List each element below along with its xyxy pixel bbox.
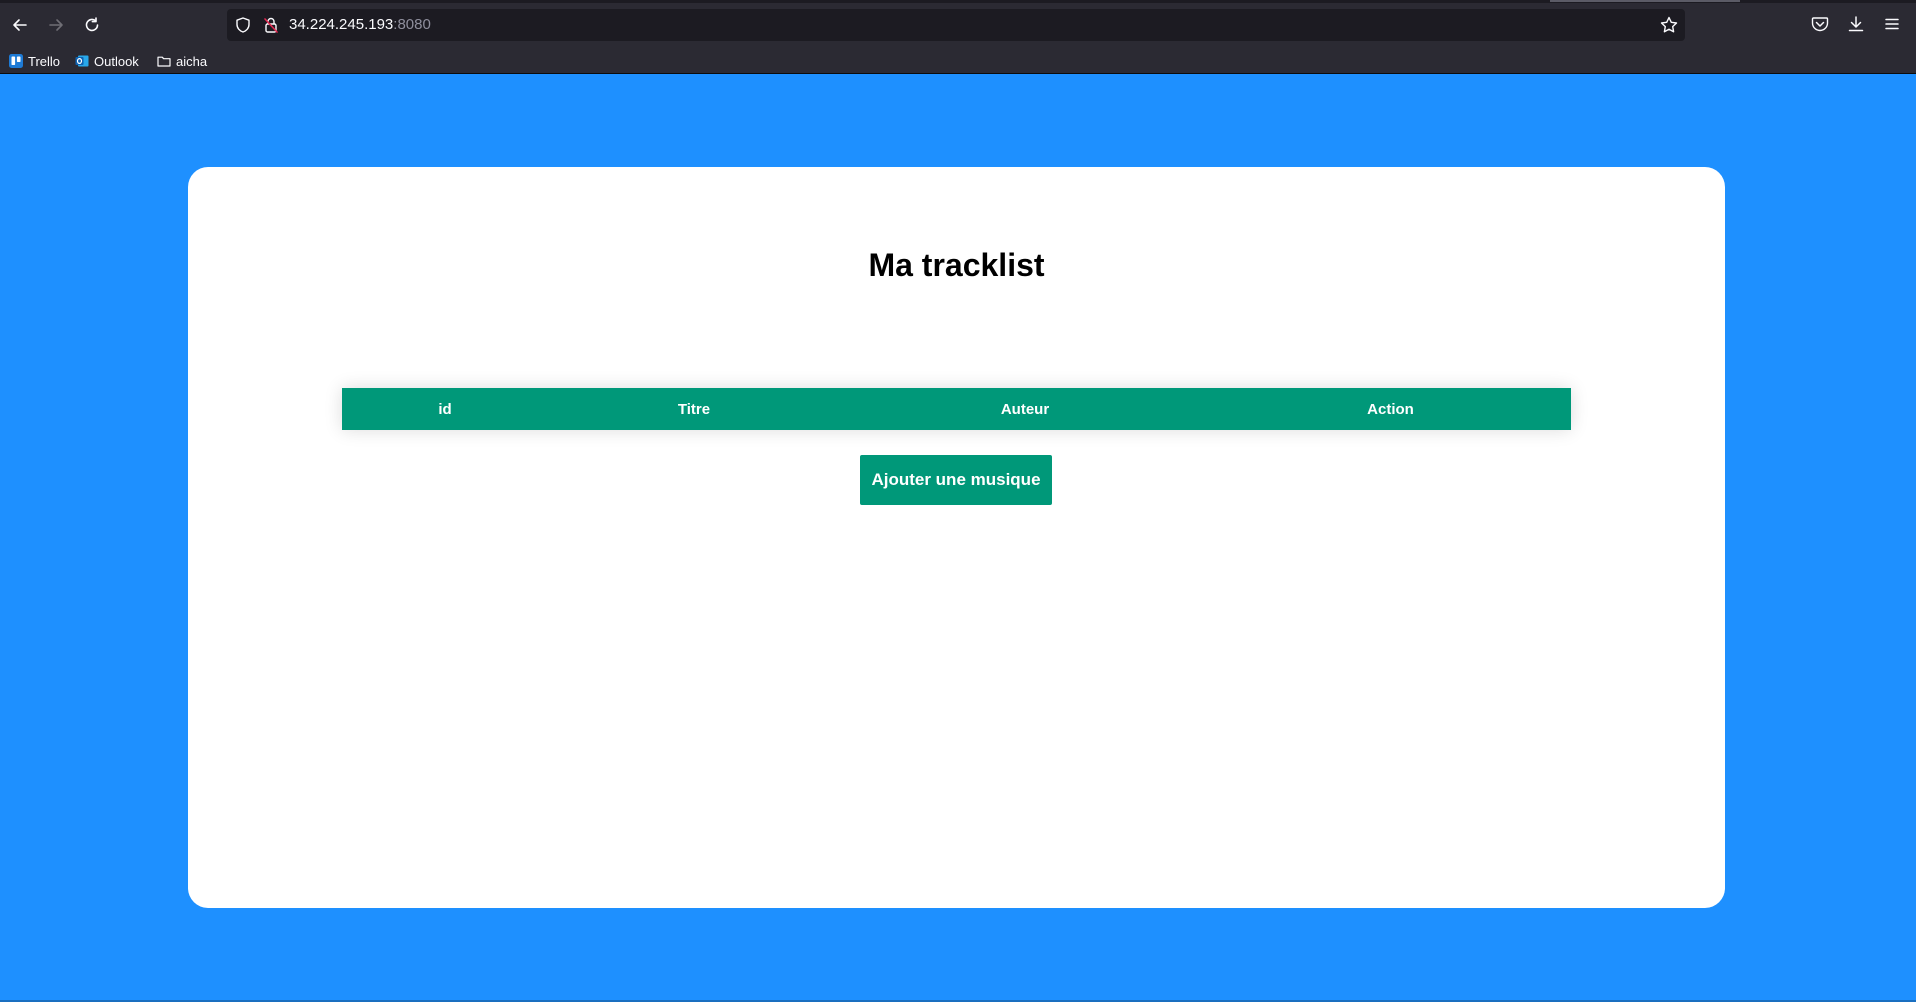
forward-button[interactable] <box>43 12 69 38</box>
column-header-action: Action <box>1210 388 1571 430</box>
bookmark-folder-aicha[interactable]: aicha <box>157 52 207 70</box>
add-music-button[interactable]: Ajouter une musique <box>860 455 1052 505</box>
bookmark-label: Outlook <box>94 53 139 69</box>
download-icon[interactable] <box>1846 14 1866 34</box>
table-header: id Titre Auteur Action <box>342 388 1571 430</box>
browser-toolbar: 34.224.245.193:8080 <box>0 0 1916 49</box>
bookmark-outlook[interactable]: Outlook <box>75 52 139 70</box>
content-card: Ma tracklist id Titre Auteur Action Ajou… <box>188 167 1725 908</box>
insecure-lock-icon[interactable] <box>262 16 280 34</box>
url-port: :8080 <box>393 16 431 33</box>
arrow-right-icon <box>49 19 63 31</box>
bookmark-label: aicha <box>176 53 208 69</box>
arrow-left-icon <box>13 19 27 31</box>
address-bar[interactable]: 34.224.245.193:8080 <box>227 9 1685 41</box>
bookmarks-toolbar: Trello Outlook aicha <box>0 49 1916 74</box>
back-button[interactable] <box>7 12 33 38</box>
url-host: 34.224.245.193 <box>289 16 394 33</box>
folder-icon <box>157 56 171 67</box>
tracklist-table-container: id Titre Auteur Action <box>342 388 1571 430</box>
menu-icon[interactable] <box>1882 14 1902 34</box>
pocket-icon[interactable] <box>1810 14 1830 34</box>
reload-button[interactable] <box>79 12 105 38</box>
tracklist-table: id Titre Auteur Action <box>342 388 1571 430</box>
active-tab-indicator <box>1550 0 1740 2</box>
column-header-id: id <box>342 388 548 430</box>
outlook-icon <box>75 55 89 67</box>
bookmark-label: Trello <box>28 53 61 69</box>
reload-icon <box>85 17 99 32</box>
bookmark-trello[interactable]: Trello <box>9 52 60 70</box>
shield-icon[interactable] <box>234 16 252 34</box>
column-header-titre: Titre <box>548 388 840 430</box>
bookmark-star-icon[interactable] <box>1659 15 1679 35</box>
table-header-row: id Titre Auteur Action <box>342 388 1571 430</box>
page-title: Ma tracklist <box>868 247 1045 283</box>
url-text[interactable]: 34.224.245.193:8080 <box>289 16 431 34</box>
column-header-auteur: Auteur <box>840 388 1210 430</box>
trello-icon <box>9 54 23 68</box>
